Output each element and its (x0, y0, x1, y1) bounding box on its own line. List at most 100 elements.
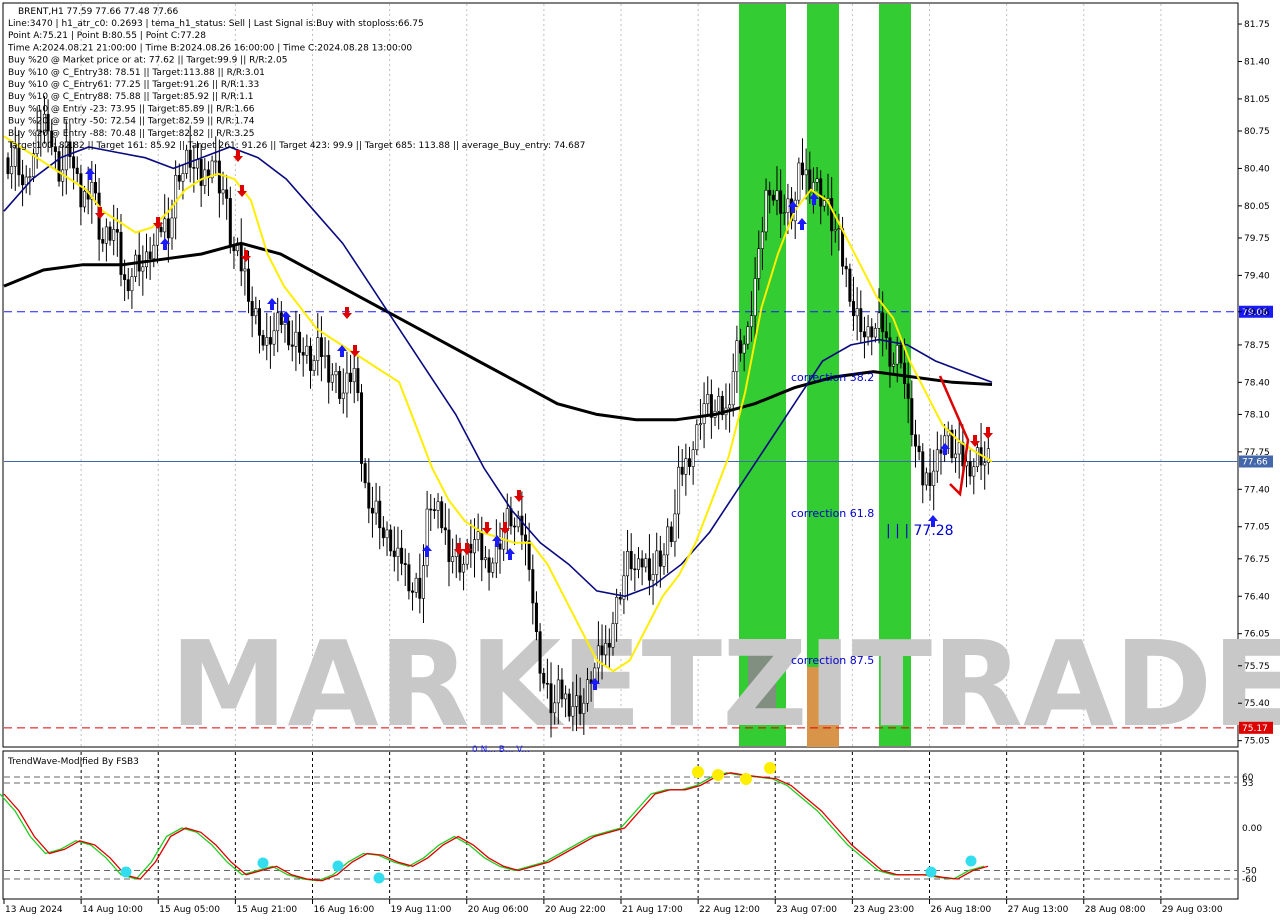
candle-body (6, 157, 10, 175)
candle-body (10, 165, 14, 175)
price-tick-label: 75.05 (1244, 737, 1270, 747)
candle-body (691, 449, 695, 467)
candle-body (655, 550, 659, 575)
time-tick-label: 23 Aug 07:00 (776, 905, 837, 915)
candle-body (735, 340, 739, 372)
candle-body (451, 556, 455, 562)
price-tick-label: 80.40 (1244, 164, 1270, 174)
candle-body (695, 424, 699, 451)
candle-body (611, 623, 615, 648)
candle-body (159, 226, 163, 233)
candle-body (243, 268, 247, 272)
candle-body (327, 354, 331, 383)
candle-body (462, 563, 466, 573)
candle-body (873, 328, 877, 338)
candle-body (228, 198, 232, 246)
candle-body (214, 160, 218, 163)
candle-body (144, 251, 148, 268)
candle-body (972, 466, 976, 477)
price-chart[interactable]: MARKETZITRADE 79.06 77.66 75.17 correction… (0, 0, 1280, 920)
candle-body (545, 682, 549, 685)
price-tick-label: 79.75 (1244, 234, 1270, 244)
candle-body (319, 337, 323, 357)
candle-body (575, 695, 579, 707)
candle-body (779, 190, 783, 214)
candle-body (24, 176, 28, 186)
candle-body (560, 679, 564, 700)
candle-body (815, 178, 819, 183)
candle-body (279, 312, 283, 325)
candle-body (749, 315, 753, 328)
candle-body (341, 392, 345, 399)
candle-body (775, 190, 779, 201)
candle-body (360, 392, 364, 464)
candle-body (862, 331, 866, 338)
candle-body (225, 189, 229, 199)
candle-body (899, 344, 903, 364)
candle-body (906, 383, 910, 399)
candle-body (819, 178, 823, 207)
candle-body (884, 331, 888, 338)
candle-body (392, 550, 396, 557)
candle-body (381, 527, 385, 539)
candle-body (370, 507, 374, 514)
candle-body (112, 229, 116, 241)
candle-body (717, 395, 721, 412)
candle-body (217, 160, 221, 194)
candle-body (119, 231, 123, 275)
candle-body (549, 683, 553, 714)
candle-body (651, 574, 655, 581)
candle-body (771, 194, 775, 201)
candle-body (491, 562, 495, 573)
candle-body (636, 558, 640, 570)
candle-body (265, 337, 269, 346)
candle-body (378, 500, 382, 529)
candle-body (797, 162, 801, 201)
candle-body (684, 458, 688, 475)
price-tick-label: 80.75 (1244, 127, 1270, 137)
candle-body (757, 248, 761, 279)
info-line: Buy %10 @ Entry -23: 73.95 || Target:85.… (8, 104, 255, 114)
info-line: Target100: 82.82 || Target 161: 85.92 ||… (7, 141, 585, 151)
candle-body (731, 371, 735, 406)
candle-body (618, 597, 622, 600)
candle-body (338, 370, 342, 399)
candle-body (924, 472, 928, 486)
candle-body (895, 344, 899, 365)
candle-body (542, 672, 546, 684)
candle-body (666, 526, 670, 556)
candle-body (403, 563, 407, 565)
osc-cyan-dot (965, 855, 977, 867)
time-tick-label: 22 Aug 12:00 (699, 905, 760, 915)
candle-body (932, 470, 936, 486)
candle-body (786, 198, 790, 213)
osc-tick-label: -60 (1242, 875, 1257, 885)
symbol-line: BRENT,H1 77.59 77.66 77.48 77.66 (18, 7, 178, 17)
candle-body (254, 308, 258, 317)
candle-body (469, 543, 473, 554)
info-line: Line:3470 | h1_atr_c0: 0.2693 | tema_h1_… (8, 19, 424, 29)
candle-body (257, 308, 261, 336)
time-tick-label: 16 Aug 16:00 (314, 905, 375, 915)
osc-yellow-dot (740, 773, 752, 785)
price-tick-label: 76.75 (1244, 555, 1270, 565)
candle-body (152, 244, 156, 259)
candle-body (374, 500, 378, 514)
candle-body (75, 167, 79, 174)
candle-body (921, 451, 925, 486)
candle-body (662, 554, 666, 567)
candle-body (852, 301, 856, 317)
candle-body (917, 445, 921, 453)
candle-body (848, 268, 852, 302)
candle-body (396, 547, 400, 557)
candle-body (108, 226, 112, 241)
candle-body (604, 643, 608, 656)
oscillator-title: TrendWave-Modified By FSB3 (7, 757, 139, 767)
candle-body (115, 229, 119, 233)
osc-cyan-dot (332, 860, 344, 872)
time-tick-label: 20 Aug 06:00 (468, 905, 529, 915)
candle-body (531, 569, 535, 604)
price-tick-label: 76.05 (1244, 630, 1270, 640)
candle-body (746, 326, 750, 345)
candle-body (298, 331, 302, 353)
